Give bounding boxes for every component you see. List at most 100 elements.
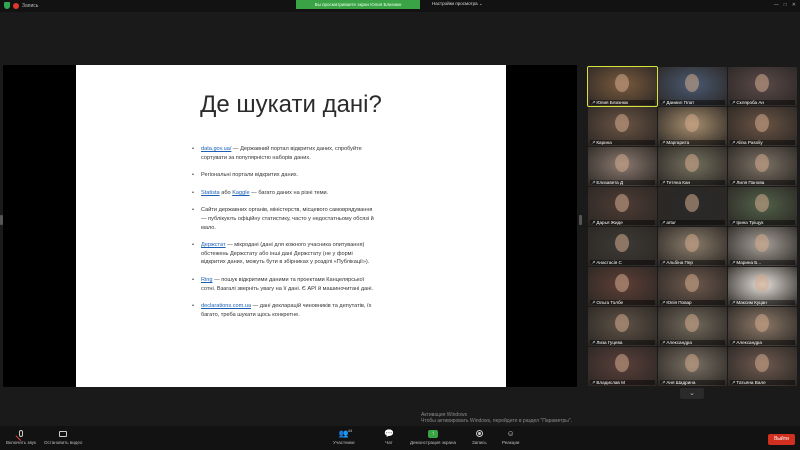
- participant-video: [685, 154, 699, 172]
- microphone-muted-icon: [16, 429, 26, 438]
- participant-name: 🎤Юлія Повар: [660, 300, 725, 305]
- participant-tile[interactable]: 🎤Анастасія С: [588, 227, 657, 266]
- participant-tile[interactable]: 🎤Альбіна Пер: [658, 227, 727, 266]
- data-gov-link[interactable]: data.gov.ua/: [201, 146, 231, 152]
- muted-microphone-icon: 🎤: [731, 101, 736, 105]
- chat-button[interactable]: 💬 Чат: [384, 429, 394, 445]
- participant-tile[interactable]: 🎤Ірина Тріщук: [728, 187, 797, 226]
- participant-tile[interactable]: 🎤Даниил Плат: [658, 67, 727, 106]
- stop-video-button[interactable]: Остановить видео: [44, 429, 82, 445]
- bullet-text: — багато даних на різні теми.: [249, 189, 329, 196]
- participant-tile[interactable]: 🎤Лиза Гуцева: [588, 307, 657, 346]
- declarations-link[interactable]: declarations.com.ua: [201, 303, 251, 309]
- participant-name-text: Лиза Гуцева: [596, 340, 623, 345]
- participant-name-text: Скляроба Ан: [736, 100, 764, 105]
- participant-name: 🎤Юлия Близнюк: [590, 100, 655, 105]
- derzhstat-link[interactable]: Держстат: [201, 242, 226, 248]
- close-button[interactable]: ✕: [792, 2, 796, 8]
- chat-label: Чат: [385, 440, 393, 445]
- muted-microphone-icon: 🎤: [591, 221, 596, 225]
- share-screen-button[interactable]: ↑ Демонстрация экрана: [410, 429, 456, 445]
- reactions-button[interactable]: ☺ Реакции: [502, 429, 519, 445]
- participant-name: 🎤Альбіна Пер: [660, 260, 725, 265]
- participant-tile[interactable]: 🎤Дарья Жиде: [588, 187, 657, 226]
- participant-video: [615, 354, 629, 372]
- record-label: Запись: [472, 440, 487, 445]
- participant-name: 🎤Александра: [730, 340, 795, 345]
- muted-microphone-icon: 🎤: [591, 301, 596, 305]
- participant-tile[interactable]: 🎤Елизавета Д: [588, 147, 657, 186]
- participant-name-text: Татьяна Вале: [736, 380, 766, 385]
- minimize-button[interactable]: —: [774, 2, 779, 8]
- participant-video: [755, 114, 769, 132]
- participant-name-text: Тетяна Кан: [666, 180, 691, 185]
- participant-video: [685, 274, 699, 292]
- participant-tile[interactable]: 🎤Александра: [658, 307, 727, 346]
- participant-video: [615, 114, 629, 132]
- participant-tile[interactable]: 🎤Аня Шадрина: [658, 347, 727, 386]
- participant-name: 🎤Марина Б...: [730, 260, 795, 265]
- left-resize-handle[interactable]: [0, 215, 3, 225]
- maximize-button[interactable]: □: [784, 2, 787, 8]
- unmute-button[interactable]: Включить звук: [6, 429, 36, 445]
- participant-tile[interactable]: 🎤Александра: [728, 307, 797, 346]
- participant-name: 🎤Маргарита: [660, 140, 725, 145]
- participant-tile[interactable]: 🎤Марина Б...: [728, 227, 797, 266]
- participant-name-text: Юлія Повар: [666, 300, 692, 305]
- participant-name-text: Максим Куцан: [736, 300, 767, 305]
- activation-hint: Чтобы активировать Windows, перейдите в …: [421, 418, 573, 424]
- muted-microphone-icon: 🎤: [731, 381, 736, 385]
- chevron-down-icon[interactable]: ⌄: [680, 388, 704, 399]
- participant-tile[interactable]: 🎤Татьяна Вале: [728, 347, 797, 386]
- muted-microphone-icon: 🎤: [591, 381, 596, 385]
- participant-tile[interactable]: 🎤Тетяна Кан: [658, 147, 727, 186]
- kaggle-link[interactable]: Kaggle: [232, 190, 249, 196]
- muted-microphone-icon: 🎤: [591, 261, 596, 265]
- muted-microphone-icon: 🎤: [731, 221, 736, 225]
- shield-icon[interactable]: [4, 2, 10, 9]
- list-item: Statista або Kaggle — багато даних на рі…: [192, 189, 378, 198]
- meeting-toolbar: Включить звук Остановить видео 👥 44 Участ…: [0, 426, 800, 450]
- participant-tile[interactable]: 🎤Юлія Повар: [658, 267, 727, 306]
- participant-video: [755, 274, 769, 292]
- view-options-button[interactable]: Настройки просмотра ⌄: [432, 1, 483, 7]
- participant-tile[interactable]: 🎤Ольга Толбе: [588, 267, 657, 306]
- leave-button[interactable]: Выйти: [768, 434, 795, 445]
- participant-video: [685, 354, 699, 372]
- participant-tile[interactable]: 🎤artur: [658, 187, 727, 226]
- participant-video: [685, 234, 699, 252]
- list-item: declarations.com.ua — дані декларацій чи…: [192, 302, 378, 319]
- participants-label: Участники: [333, 440, 355, 445]
- muted-microphone-icon: 🎤: [661, 141, 666, 145]
- top-bar: Запись Вы просматриваете экран Юлия Близ…: [0, 0, 800, 12]
- participant-name: 🎤Alina Pasoliy: [730, 140, 795, 145]
- slide-title: Де шукати дані?: [200, 91, 382, 118]
- participant-name: 🎤Аня Шадрина: [660, 380, 725, 385]
- participant-name-text: Ірина Тріщук: [736, 220, 764, 225]
- participant-tile[interactable]: 🎤Владислав М: [588, 347, 657, 386]
- participant-name-text: Александра: [666, 340, 692, 345]
- participant-tile[interactable]: 🎤Лиля Панова: [728, 147, 797, 186]
- participant-video: [615, 154, 629, 172]
- ring-link[interactable]: Ring: [201, 277, 213, 283]
- participant-tile[interactable]: 🎤Скляроба Ан: [728, 67, 797, 106]
- participant-video: [755, 314, 769, 332]
- muted-microphone-icon: 🎤: [661, 381, 666, 385]
- participant-tile[interactable]: 🎤Alina Pasoliy: [728, 107, 797, 146]
- list-item: Регіональні портали відкритих даних.: [192, 171, 378, 180]
- record-button[interactable]: Запись: [472, 429, 487, 445]
- participant-video: [685, 114, 699, 132]
- participant-tile[interactable]: 🎤Маргарита: [658, 107, 727, 146]
- bullet-text: або: [219, 189, 233, 196]
- participant-tile[interactable]: 🎤Карина: [588, 107, 657, 146]
- participant-video: [685, 314, 699, 332]
- participants-button[interactable]: 👥 44 Участники: [333, 428, 355, 445]
- statista-link[interactable]: Statista: [201, 190, 220, 196]
- share-screen-label: Демонстрация экрана: [410, 440, 456, 445]
- splitter-handle[interactable]: [579, 215, 582, 225]
- participant-name-text: Анастасія С: [596, 260, 622, 265]
- participant-tile[interactable]: 🎤Юлия Близнюк: [587, 66, 658, 107]
- muted-microphone-icon: 🎤: [591, 181, 596, 185]
- participant-video: [755, 354, 769, 372]
- participant-tile[interactable]: 🎤Максим Куцан: [728, 267, 797, 306]
